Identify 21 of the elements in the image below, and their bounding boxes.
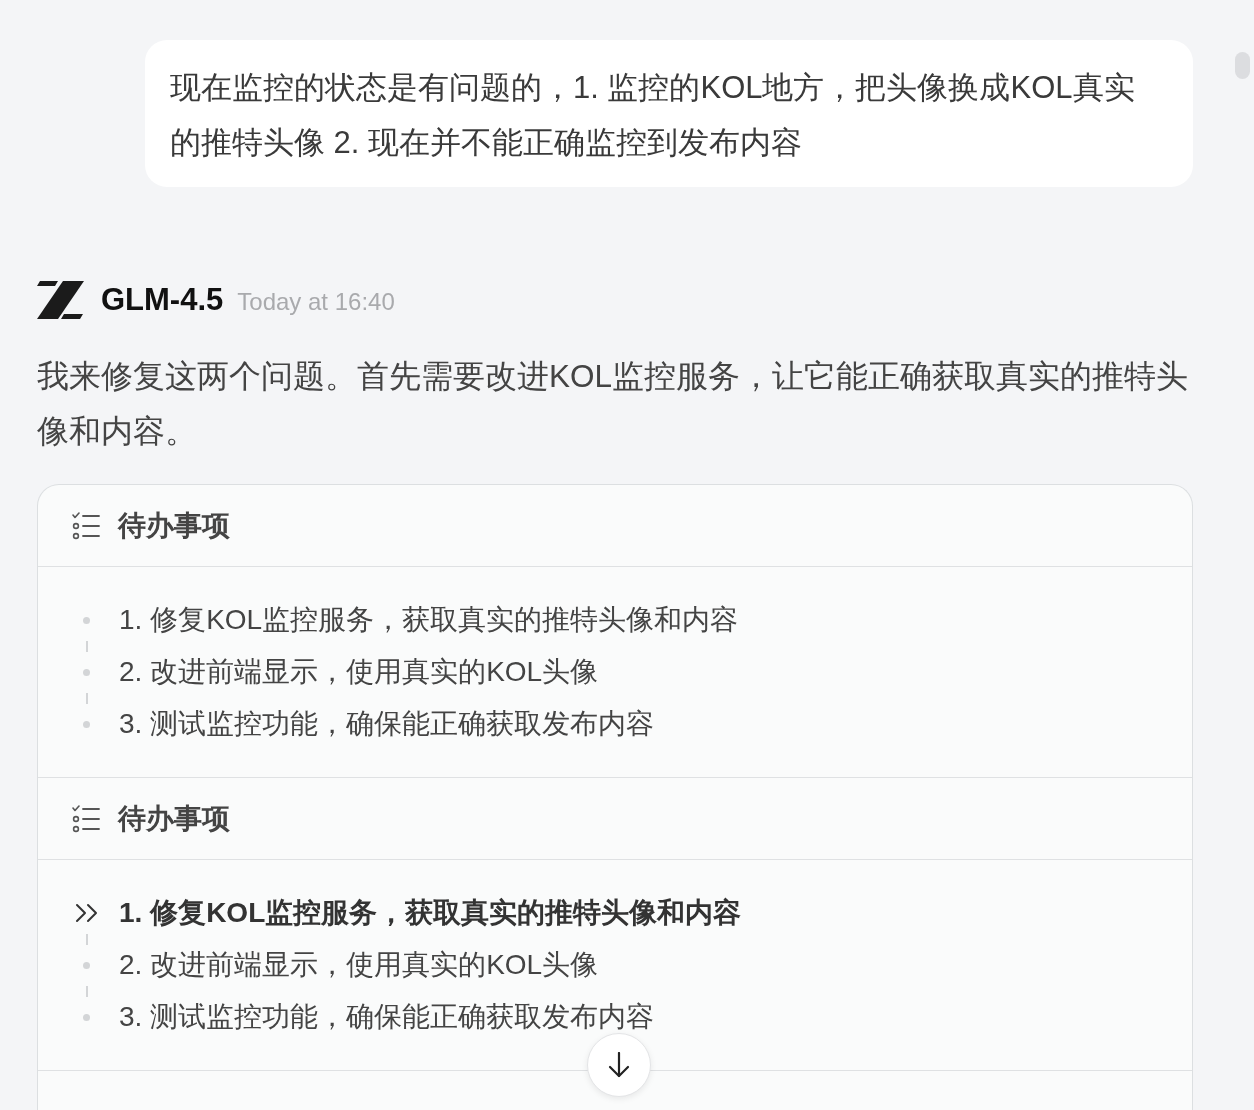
connector-line — [86, 986, 88, 997]
user-message-text: 现在监控的状态是有问题的，1. 监控的KOL地方，把头像换成KOL真实的推特头像 2. 现在并不能正确监控到发布内容 — [170, 69, 1136, 162]
model-name: GLM-4.5 — [101, 282, 224, 318]
checklist-icon — [72, 804, 100, 833]
todo-title: 待办事项 — [118, 801, 230, 836]
connector-line — [86, 641, 88, 652]
arrow-down-icon — [608, 1052, 630, 1078]
checklist-icon — [72, 511, 100, 540]
connector-line — [86, 934, 88, 945]
message-timestamp: Today at 16:40 — [237, 287, 395, 316]
scrollbar-thumb[interactable] — [1235, 52, 1250, 79]
todo-item-text: 1. 修复KOL监控服务，获取真实的推特头像和内容 — [119, 896, 742, 930]
todo-title: 待办事项 — [118, 508, 230, 543]
logo-icon — [37, 281, 84, 319]
todo-item-text: 3. 测试监控功能，确保能正确获取发布内容 — [119, 1000, 655, 1034]
todo-item-text: 2. 改进前端显示，使用真实的KOL头像 — [119, 948, 599, 982]
connector-line — [86, 693, 88, 704]
todo-item-text: 2. 改进前端显示，使用真实的KOL头像 — [119, 655, 599, 689]
assistant-message-text: 我来修复这两个问题。首先需要改进KOL监控服务，让它能正确获取真实的推特头像和内容。 — [37, 357, 1190, 451]
todo-item-text: 3. 测试监控功能，确保能正确获取发布内容 — [119, 707, 655, 741]
todo-item-text: 1. 修复KOL监控服务，获取真实的推特头像和内容 — [119, 603, 739, 637]
